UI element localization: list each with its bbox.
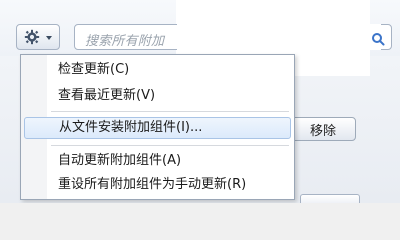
menu-item-view-recent-updates[interactable]: 查看最近更新(V) (24, 85, 291, 107)
menu-item-install-from-file[interactable]: 从文件安装附加组件(I)... (24, 117, 291, 139)
search-icon[interactable] (371, 31, 385, 46)
menu-item-reset-to-manual-update[interactable]: 重设所有附加组件为手动更新(R) (24, 174, 291, 196)
chevron-down-icon (46, 35, 52, 40)
remove-button-label: 移除 (309, 123, 336, 139)
addons-manager-window: 搜索所有附加 移除 检查更新(C) 查看最近更新(V) 从文件安装附加组件(I)… (0, 0, 400, 203)
search-placeholder: 搜索所有附加 (85, 34, 165, 49)
tools-gear-button[interactable] (16, 24, 60, 50)
menu-item-auto-update-addons[interactable]: 自动更新附加组件(A) (24, 150, 291, 172)
menu-item-check-updates[interactable]: 检查更新(C) (24, 59, 291, 81)
search-overlay-blank (177, 24, 381, 50)
remove-button[interactable]: 移除 (290, 117, 356, 141)
bottom-button[interactable] (300, 194, 360, 203)
menu-separator (51, 111, 289, 112)
tools-dropdown-menu: 检查更新(C) 查看最近更新(V) 从文件安装附加组件(I)... 自动更新附加… (20, 54, 295, 200)
menu-separator (51, 145, 289, 146)
gear-icon (24, 29, 40, 45)
search-addons-input[interactable]: 搜索所有附加 (74, 24, 392, 50)
